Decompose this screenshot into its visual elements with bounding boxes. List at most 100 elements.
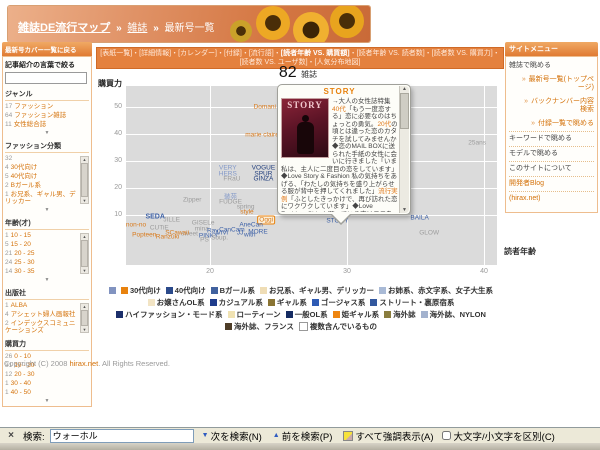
nav-link[interactable]: [表紙一覧] [100,50,132,57]
nav-link[interactable]: [付録] [224,50,242,57]
close-icon[interactable]: × [4,429,18,443]
list-scrollbar[interactable]: ▲▼ [80,233,89,274]
scatter-point[interactable]: FRaU [223,176,240,183]
more-items-icon[interactable]: ▼ [5,130,89,136]
filter-link[interactable]: インデックスコミュニケーションズ [5,320,75,334]
legend-swatch [384,311,391,318]
filter-link[interactable]: 20 - 25 [14,250,34,257]
browser-viewport: 雑誌DE流行マップ » 雑誌 » 最新号一覧 最新号カバー一覧に戻る 記事紹介の… [0,0,600,450]
filter-link[interactable]: 25 - 30 [14,259,34,266]
menu-link[interactable]: (hirax.net) [509,191,594,206]
scatter-point[interactable]: Popteen [132,231,156,238]
filter-link[interactable]: アシェット婦人画報社 [11,311,76,318]
scroll-up-icon[interactable]: ▲ [83,304,87,309]
nav-link[interactable]: [読者年齢 VS. 読者数] [357,50,425,57]
breadcrumb-home-link[interactable]: 雑誌DE流行マップ [18,22,110,34]
scatter-point[interactable]: BAILA [410,214,428,221]
menu-link[interactable]: キーワードで眺める [509,131,594,146]
legend-swatch [370,299,377,306]
more-items-icon[interactable]: ▼ [5,398,89,404]
scroll-up-icon[interactable]: ▲ [402,86,407,92]
magazine-tooltip: STORY STORY →大人の女性誌特集 40代「もう一度恋する」恋に必要なの… [277,84,411,215]
scatter-point[interactable]: 25ans [468,140,486,147]
scatter-point[interactable]: non-no [126,221,146,228]
scatter-point[interactable]: style [240,209,253,216]
scrollbar-thumb[interactable] [81,163,88,197]
scatter-point[interactable]: JILLE [163,217,180,224]
list-scrollbar[interactable]: ▲▼ [80,303,89,333]
hirax-link[interactable]: hirax.net [69,359,98,368]
scrollbar-thumb[interactable] [400,93,409,129]
menu-link[interactable]: このサイトについて [509,161,594,176]
legend-label: ローティーン [237,310,281,319]
scroll-down-icon[interactable]: ▼ [402,207,407,213]
breadcrumb: 雑誌DE流行マップ » 雑誌 » 最新号一覧 [18,19,215,35]
nav-link[interactable]: [読者数 VS. 購買力] [432,50,493,57]
scroll-down-icon[interactable]: ▼ [83,198,87,203]
menu-link[interactable]: » バックナンバー内容検索 [509,95,594,117]
scroll-up-icon[interactable]: ▲ [83,234,87,239]
filter-link[interactable]: 30代向け [11,164,38,171]
scatter-point[interactable]: Ranzuki [156,233,179,240]
menu-link[interactable]: 開発者Blog [509,176,594,191]
scatter-point[interactable]: Soup. [211,234,228,241]
filter-link[interactable]: 15 - 20 [11,241,31,248]
menu-link[interactable]: モデルで眺める [509,146,594,161]
filter-link[interactable]: Bガール系 [11,182,41,189]
find-prev-button[interactable]: ▲ 前を検索(P) [270,428,336,444]
nav-link[interactable]: [読者年齢 VS. 購買額] [281,50,350,57]
legend-item: 姫ギャル系 [333,310,380,319]
filter-link[interactable]: ファッション [14,103,53,110]
legend-swatch [211,287,218,294]
filter-link[interactable]: 40 - 50 [11,389,31,396]
more-items-icon[interactable]: ▼ [5,207,89,213]
legend-item [109,286,116,295]
scatter-point[interactable]: GINZA [253,176,273,183]
breadcrumb-section-link[interactable]: 雑誌 [127,23,147,34]
magazine-cover-image[interactable]: STORY [281,98,329,158]
scatter-point[interactable]: Zipper [183,197,201,204]
scatter-point[interactable]: MORE [248,229,268,236]
filter-link[interactable]: お兄系、ギャル男、デリッカー [5,191,76,205]
nav-link[interactable]: [流行語] [249,50,274,57]
filter-link[interactable]: 20 - 30 [14,371,34,378]
scatter-point[interactable]: Domani [254,104,276,111]
tooltip-scrollbar[interactable]: ▲ ▼ [399,86,409,213]
filter-link[interactable]: 40代向け [11,173,38,180]
highlight-all-button[interactable]: すべて強調表示(A) [340,428,436,444]
scroll-down-icon[interactable]: ▼ [83,268,87,273]
scroll-down-icon[interactable]: ▼ [83,327,87,332]
filter-link[interactable]: ALBA [11,302,28,309]
filter-sidebar: 最新号カバー一覧に戻る 記事紹介の言葉で絞る ジャンル17ファッション64ファッ… [2,42,92,407]
scatter-point[interactable]: marie claire [245,132,279,139]
find-input[interactable] [50,429,194,443]
nav-link[interactable]: [カレンダー] [178,50,217,57]
tooltip-magazine-title[interactable]: STORY [281,87,398,96]
filter-link[interactable]: 10 - 15 [11,232,31,239]
filter-link[interactable]: 30 - 40 [11,380,31,387]
keyword-filter-label: 記事紹介の言葉で絞る [5,60,89,70]
filter-link[interactable]: 女性総合誌 [14,121,47,128]
scatter-point[interactable]: JJ [237,230,244,237]
back-to-covers-link[interactable]: 最新号カバー一覧に戻る [2,42,92,56]
more-items-icon[interactable]: ▼ [5,277,89,283]
scrollbar-thumb[interactable] [81,240,88,267]
nav-link[interactable]: [詳細情報] [139,50,171,57]
scatter-point[interactable]: PS [200,237,209,244]
scrollbar-thumb[interactable] [81,310,88,326]
legend-item: ゴージャス系 [312,298,365,307]
legend-swatch [228,311,235,318]
menu-link[interactable]: » 最新号一覧(トップページ) [509,73,594,95]
scatter-point[interactable]: GLOW [419,230,439,237]
filter-link[interactable]: ファッション雑誌 [14,112,66,119]
scatter-point[interactable]: SEDA [145,213,164,220]
legend-swatch [333,311,340,318]
filter-link[interactable]: 30 - 35 [14,268,34,275]
match-case-checkbox[interactable] [442,431,451,440]
find-next-button[interactable]: ▼ 次を検索(N) [199,428,265,444]
menu-link[interactable]: » 付録一覧で眺める [509,117,594,131]
menu-link[interactable]: 雑誌で眺める [509,59,594,73]
list-scrollbar[interactable]: ▲▼ [80,156,89,204]
scroll-up-icon[interactable]: ▲ [83,157,87,162]
keyword-filter-input[interactable] [5,72,87,84]
